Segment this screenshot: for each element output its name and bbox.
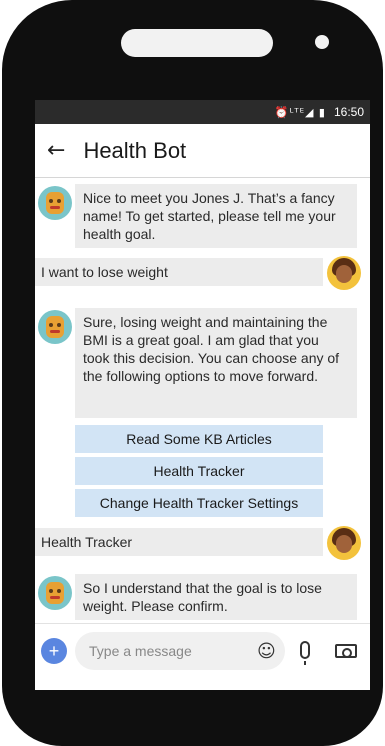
front-camera xyxy=(315,35,329,49)
emoji-icon[interactable]: ☺ xyxy=(257,641,276,662)
bot-message: Sure, losing weight and maintaining the … xyxy=(75,308,357,418)
bot-avatar xyxy=(38,576,72,610)
camera-icon[interactable] xyxy=(335,644,357,658)
speaker-grille xyxy=(121,29,273,57)
option-change-tracker-settings[interactable]: Change Health Tracker Settings xyxy=(75,489,323,517)
arrow-left-icon[interactable]: ← xyxy=(47,138,65,163)
bot-message: Nice to meet you Jones J. That’s a fancy… xyxy=(75,184,357,248)
add-icon[interactable]: + xyxy=(41,638,67,664)
status-icons: ⏰ᴸᵀᴱ◢ ▮ xyxy=(274,105,326,119)
status-time: 16:50 xyxy=(333,105,364,119)
status-bar: ⏰ᴸᵀᴱ◢ ▮ 16:50 xyxy=(35,100,370,124)
phone-frame: ⏰ᴸᵀᴱ◢ ▮ 16:50 ← Health Bot Nice to meet … xyxy=(2,0,383,746)
user-message: Health Tracker xyxy=(35,528,323,556)
screen: ⏰ᴸᵀᴱ◢ ▮ 16:50 ← Health Bot Nice to meet … xyxy=(35,100,370,690)
bot-avatar xyxy=(38,310,72,344)
bot-avatar xyxy=(38,186,72,220)
page-title: Health Bot xyxy=(83,137,187,163)
bot-message: So I understand that the goal is to lose… xyxy=(75,574,357,620)
option-health-tracker[interactable]: Health Tracker xyxy=(75,457,323,485)
option-read-kb-articles[interactable]: Read Some KB Articles xyxy=(75,425,323,453)
user-message: I want to lose weight xyxy=(35,258,323,286)
composer-bar: + Type a message ☺ xyxy=(35,623,370,679)
user-avatar xyxy=(327,256,361,290)
chat-area: Nice to meet you Jones J. That’s a fancy… xyxy=(35,178,370,620)
app-header: ← Health Bot xyxy=(35,124,370,178)
microphone-icon[interactable] xyxy=(300,641,310,665)
user-avatar xyxy=(327,526,361,560)
message-input[interactable]: Type a message xyxy=(75,632,285,670)
